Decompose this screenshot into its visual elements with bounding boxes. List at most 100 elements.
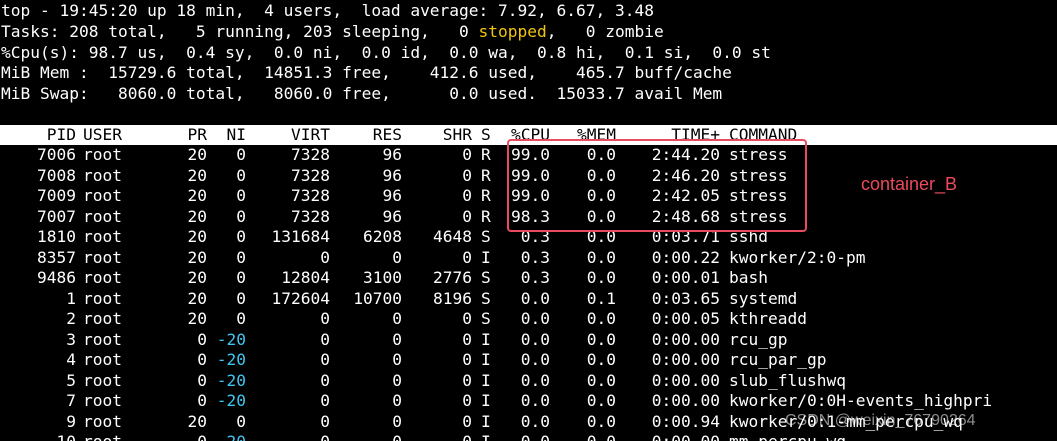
user-cell: root	[83, 370, 122, 390]
shr-header: SHR	[442, 125, 472, 144]
pr-cell: 20	[187, 145, 208, 164]
virt-cell: 0	[320, 370, 330, 390]
user-cell: root	[83, 350, 122, 369]
ni-cell: -20	[216, 370, 246, 390]
container-annotation: container_B	[861, 174, 958, 194]
shr-cell: 0	[462, 145, 472, 164]
pid-cell: 9	[66, 411, 76, 431]
virt-cell: 0	[320, 432, 330, 441]
swap-line: MiB Swap: 8060.0 total, 8060.0 free, 0.0…	[1, 83, 723, 103]
cpu-cell: 0.0	[520, 411, 550, 431]
command-cell: kthreadd	[729, 309, 807, 328]
pid-cell: 7006	[37, 145, 76, 164]
state-cell: I	[481, 391, 491, 410]
time-cell: 0:00.00	[651, 370, 720, 390]
res-cell: 3100	[363, 268, 402, 287]
watermark: CSDN @weixin_76790264	[785, 412, 976, 429]
cpu-cell: 0.0	[520, 329, 550, 349]
ni-header: NI	[226, 125, 247, 144]
pr-header: PR	[187, 125, 208, 144]
pr-cell: 20	[187, 268, 208, 287]
virt-cell: 0	[320, 411, 330, 431]
virt-header: VIRT	[291, 125, 330, 144]
shr-cell: 0	[462, 411, 472, 431]
ni-cell: 0	[236, 288, 246, 308]
ni-cell: 0	[236, 145, 246, 164]
state-cell: I	[481, 247, 491, 267]
cpu-cell: 0.0	[520, 350, 550, 369]
terminal-window[interactable]: top - 19:45:20 up 18 min, 4 users, load …	[0, 0, 1057, 441]
shr-cell: 0	[462, 432, 472, 441]
cpu-cell: 0.3	[520, 247, 550, 267]
shr-cell: 0	[462, 350, 472, 369]
pr-cell: 20	[187, 165, 208, 185]
pid-header: PID	[46, 125, 76, 144]
cpu-cell: 0.0	[521, 432, 550, 441]
shr-cell: 4648	[433, 227, 472, 246]
virt-cell: 0	[320, 309, 330, 328]
pr-cell: 20	[187, 206, 208, 226]
time-cell: 0:00.01	[651, 268, 720, 287]
user-cell: root	[83, 391, 122, 410]
process-row: 3 root 0 -20 0 0 0 I 0.0 0.0 0:00.00 rcu_gp	[0, 330, 1057, 351]
virt-cell: 7328	[291, 206, 330, 226]
user-cell: root	[83, 227, 122, 246]
user-cell: root	[83, 432, 122, 441]
pid-cell: 7007	[37, 206, 76, 226]
pid-cell: 7	[66, 391, 76, 410]
ni-cell: -20	[216, 329, 246, 349]
pr-cell: 20	[187, 411, 208, 431]
pr-cell: 20	[187, 288, 208, 308]
time-cell: 0:00.00	[651, 350, 720, 369]
res-cell: 96	[382, 206, 403, 226]
process-row: 8357 root 20 0 0 0 0 I 0.3 0.0 0:00.22 kworker/2:0-…	[0, 248, 1057, 269]
res-cell: 0	[392, 370, 402, 390]
cpu-cell: 0.0	[520, 309, 550, 328]
res-cell: 0	[392, 247, 402, 267]
shr-cell: 0	[462, 370, 472, 390]
cpu-cell: 0.0	[520, 288, 550, 308]
time-cell: 0:00.00	[651, 391, 720, 410]
pid-cell: 7009	[37, 186, 76, 205]
mem-cell: 0.1	[586, 288, 616, 308]
user-cell: root	[83, 206, 122, 226]
pr-cell: 20	[187, 309, 208, 328]
virt-cell: 0	[320, 350, 330, 369]
time-cell: 0:00.00	[651, 329, 720, 349]
shr-cell: 0	[462, 247, 472, 267]
state-cell: R	[481, 165, 491, 185]
state-cell: I	[481, 329, 491, 349]
shr-cell: 0	[462, 206, 472, 226]
highlight-box	[507, 139, 807, 232]
virt-cell: 7328	[291, 165, 330, 185]
command-cell: bash	[729, 268, 768, 287]
state-cell: S	[481, 227, 491, 246]
command-cell: rcu_gp	[729, 329, 788, 349]
pid-cell: 4	[66, 350, 76, 369]
time-cell: 0:00.00	[652, 432, 720, 441]
state-cell: S	[481, 288, 491, 308]
res-cell: 0	[392, 329, 402, 349]
process-row: 5 root 0 -20 0 0 0 I 0.0 0.0 0:00.00 slub_flushwq	[0, 371, 1057, 392]
res-cell: 0	[392, 411, 402, 431]
ni-cell: 0	[236, 206, 246, 226]
pid-cell: 5	[66, 370, 76, 390]
state-cell: R	[481, 186, 491, 205]
ni-cell: 0	[236, 268, 246, 287]
res-cell: 0	[392, 309, 402, 328]
mem-cell: 0.0	[586, 247, 616, 267]
state-cell: I	[481, 370, 491, 390]
res-cell: 0	[392, 432, 402, 441]
command-cell: rcu_par_gp	[729, 350, 827, 369]
mem-cell: 0.0	[586, 350, 616, 369]
state-cell: S	[481, 309, 491, 328]
state-header: S	[481, 125, 491, 144]
virt-cell: 131684	[271, 227, 330, 246]
pr-cell: 20	[187, 227, 208, 246]
res-cell: 96	[382, 145, 403, 164]
ni-cell: 0	[236, 247, 246, 267]
time-cell: 0:03.65	[651, 288, 720, 308]
virt-cell: 172604	[271, 288, 330, 308]
pid-cell: 1810	[37, 227, 76, 246]
pid-cell: 8357	[37, 247, 76, 267]
